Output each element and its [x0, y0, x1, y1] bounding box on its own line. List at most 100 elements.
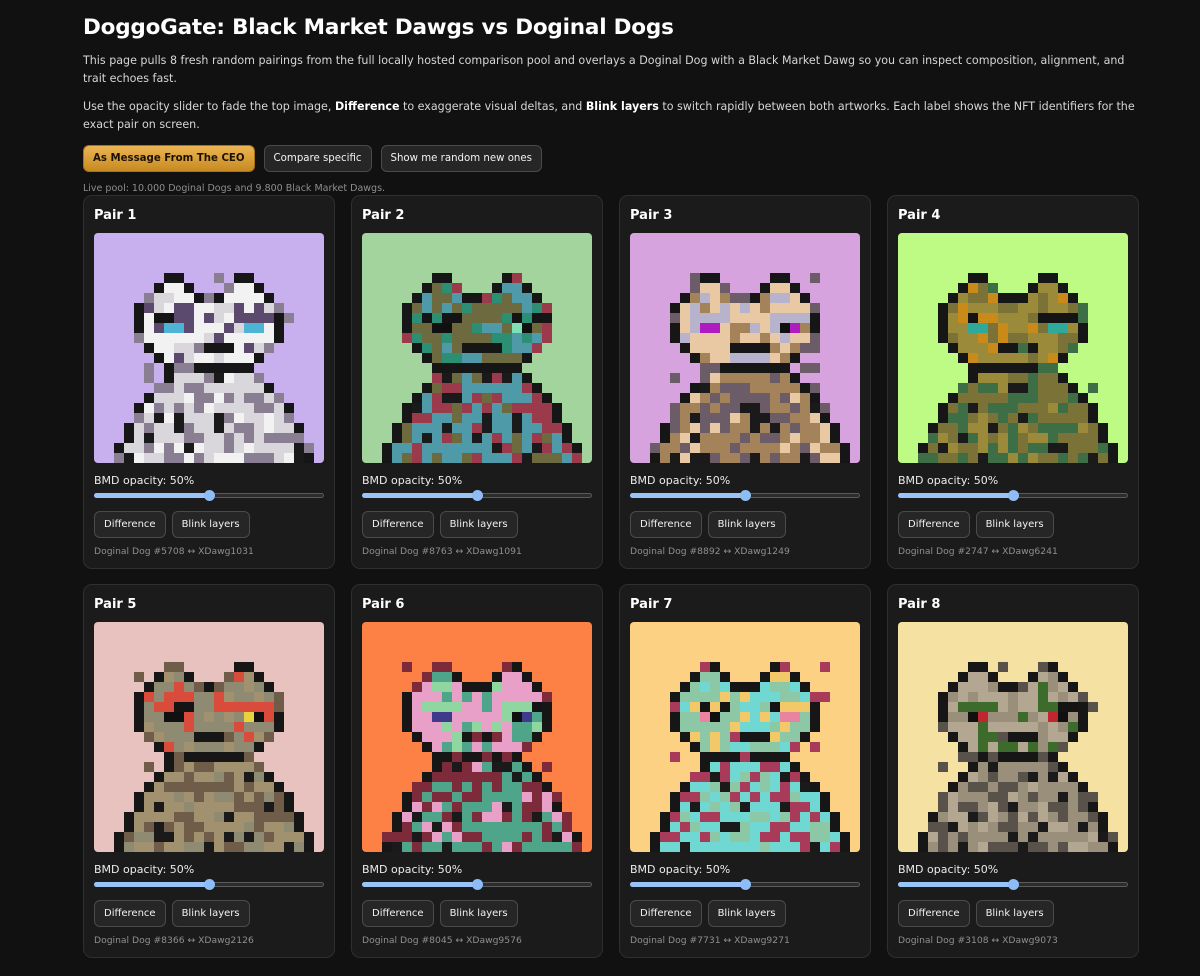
- slider-fill: [898, 882, 1013, 887]
- slider-fill: [630, 882, 745, 887]
- opacity-value: 50%: [973, 474, 999, 487]
- opacity-slider[interactable]: [630, 879, 860, 891]
- opacity-label-prefix: BMD opacity:: [94, 474, 170, 487]
- pair-identifiers: Doginal Dog #8045 ↔ XDawg9576: [362, 935, 522, 946]
- blink-layers-button[interactable]: Blink layers: [439, 511, 518, 538]
- compare-specific-button[interactable]: Compare specific: [263, 145, 372, 172]
- opacity-slider[interactable]: [362, 879, 592, 891]
- pixel-art-overlay: [630, 233, 860, 463]
- difference-button[interactable]: Difference: [630, 900, 702, 927]
- opacity-label: BMD opacity: 50%: [94, 863, 194, 876]
- opacity-value: 50%: [169, 474, 195, 487]
- pixel-art-overlay: [362, 233, 592, 463]
- opacity-label: BMD opacity: 50%: [362, 474, 462, 487]
- instructions-text-1: Use the opacity slider to fade the top i…: [83, 100, 335, 113]
- opacity-label-prefix: BMD opacity:: [362, 474, 438, 487]
- random-new-button[interactable]: Show me random new ones: [380, 145, 542, 172]
- difference-button[interactable]: Difference: [94, 511, 166, 538]
- difference-button[interactable]: Difference: [94, 900, 166, 927]
- pair-card-5: Pair 5 BMD opacity: 50% Difference Blink…: [83, 584, 335, 958]
- pair-identifiers: Doginal Dog #7731 ↔ XDawg9271: [630, 935, 790, 946]
- opacity-label-prefix: BMD opacity:: [362, 863, 438, 876]
- pair-artwork: [362, 622, 592, 852]
- instructions-difference: Difference: [334, 100, 400, 113]
- pixel-art-overlay: [630, 622, 860, 852]
- slider-thumb[interactable]: [471, 490, 483, 501]
- instructions-paragraph: Use the opacity slider to fade the top i…: [83, 98, 1143, 134]
- blink-layers-button[interactable]: Blink layers: [707, 511, 786, 538]
- opacity-slider[interactable]: [898, 879, 1128, 891]
- pair-title: Pair 7: [630, 597, 673, 612]
- slider-fill: [362, 882, 477, 887]
- difference-button[interactable]: Difference: [630, 511, 702, 538]
- pair-tools: Difference Blink layers: [94, 511, 250, 538]
- slider-thumb[interactable]: [471, 879, 483, 890]
- slider-thumb[interactable]: [203, 879, 215, 890]
- slider-thumb[interactable]: [739, 490, 751, 501]
- pair-artwork: [94, 622, 324, 852]
- pairs-grid: Pair 1 BMD opacity: 50% Difference Blink…: [83, 195, 1139, 958]
- opacity-label-prefix: BMD opacity:: [94, 863, 170, 876]
- pair-title: Pair 8: [898, 597, 941, 612]
- pixel-art-overlay: [362, 622, 592, 852]
- slider-fill: [630, 493, 745, 498]
- opacity-label: BMD opacity: 50%: [630, 474, 730, 487]
- slider-thumb[interactable]: [739, 879, 751, 890]
- pair-card-4: Pair 4 BMD opacity: 50% Difference Blink…: [887, 195, 1139, 569]
- pair-title: Pair 5: [94, 597, 137, 612]
- opacity-slider[interactable]: [630, 490, 860, 502]
- pair-identifiers: Doginal Dog #2747 ↔ XDawg6241: [898, 546, 1058, 557]
- pair-identifiers: Doginal Dog #8763 ↔ XDawg1091: [362, 546, 522, 557]
- pair-card-6: Pair 6 BMD opacity: 50% Difference Blink…: [351, 584, 603, 958]
- slider-thumb[interactable]: [1007, 490, 1019, 501]
- pair-artwork: [630, 233, 860, 463]
- pair-artwork: [362, 233, 592, 463]
- opacity-slider[interactable]: [362, 490, 592, 502]
- opacity-value: 50%: [437, 863, 463, 876]
- opacity-slider[interactable]: [94, 490, 324, 502]
- opacity-label: BMD opacity: 50%: [898, 474, 998, 487]
- pair-artwork: [630, 622, 860, 852]
- difference-button[interactable]: Difference: [898, 900, 970, 927]
- slider-thumb[interactable]: [203, 490, 215, 501]
- pool-status: Live pool: 10.000 Doginal Dogs and 9.800…: [83, 183, 386, 194]
- slider-fill: [362, 493, 477, 498]
- pair-title: Pair 2: [362, 208, 405, 223]
- slider-thumb[interactable]: [1007, 879, 1019, 890]
- difference-button[interactable]: Difference: [362, 900, 434, 927]
- pair-card-2: Pair 2 BMD opacity: 50% Difference Blink…: [351, 195, 603, 569]
- pair-artwork: [898, 233, 1128, 463]
- opacity-slider[interactable]: [898, 490, 1128, 502]
- instructions-blink: Blink layers: [585, 100, 659, 113]
- page: DoggoGate: Black Market Dawgs vs Doginal…: [83, 0, 1143, 958]
- blink-layers-button[interactable]: Blink layers: [439, 900, 518, 927]
- pair-tools: Difference Blink layers: [898, 511, 1054, 538]
- opacity-label-prefix: BMD opacity:: [630, 863, 706, 876]
- opacity-label-prefix: BMD opacity:: [898, 474, 974, 487]
- page-title: DoggoGate: Black Market Dawgs vs Doginal…: [83, 15, 674, 40]
- difference-button[interactable]: Difference: [898, 511, 970, 538]
- pixel-art-overlay: [898, 622, 1128, 852]
- pair-identifiers: Doginal Dog #8892 ↔ XDawg1249: [630, 546, 790, 557]
- blink-layers-button[interactable]: Blink layers: [707, 900, 786, 927]
- pair-card-1: Pair 1 BMD opacity: 50% Difference Blink…: [83, 195, 335, 569]
- pair-title: Pair 3: [630, 208, 673, 223]
- opacity-label-prefix: BMD opacity:: [898, 863, 974, 876]
- slider-fill: [94, 882, 209, 887]
- blink-layers-button[interactable]: Blink layers: [975, 511, 1054, 538]
- opacity-value: 50%: [705, 863, 731, 876]
- pair-card-8: Pair 8 BMD opacity: 50% Difference Blink…: [887, 584, 1139, 958]
- blink-layers-button[interactable]: Blink layers: [171, 900, 250, 927]
- pair-artwork: [94, 233, 324, 463]
- blink-layers-button[interactable]: Blink layers: [975, 900, 1054, 927]
- opacity-label: BMD opacity: 50%: [94, 474, 194, 487]
- blink-layers-button[interactable]: Blink layers: [171, 511, 250, 538]
- pair-card-7: Pair 7 BMD opacity: 50% Difference Blink…: [619, 584, 871, 958]
- action-bar: As Message From The CEO Compare specific…: [83, 145, 1143, 172]
- pair-tools: Difference Blink layers: [898, 900, 1054, 927]
- opacity-value: 50%: [437, 474, 463, 487]
- opacity-label: BMD opacity: 50%: [898, 863, 998, 876]
- difference-button[interactable]: Difference: [362, 511, 434, 538]
- ceo-message-button[interactable]: As Message From The CEO: [83, 145, 255, 172]
- opacity-slider[interactable]: [94, 879, 324, 891]
